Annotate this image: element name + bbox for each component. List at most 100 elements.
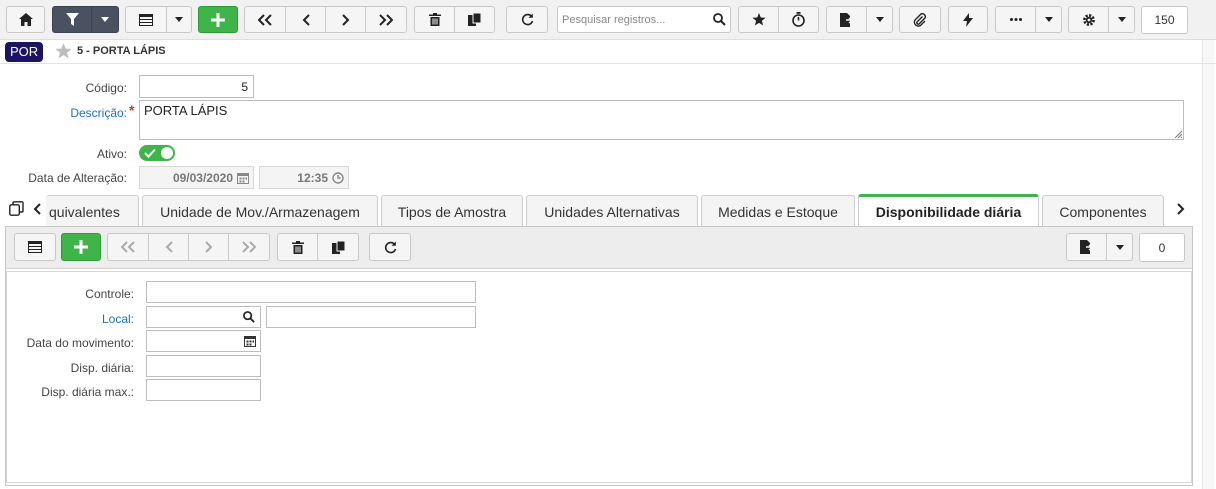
detail-next-button[interactable] [188, 233, 229, 261]
copy-icon [468, 13, 481, 26]
data-alteracao-date-field: 09/03/2020 [139, 166, 254, 189]
search-icon[interactable] [243, 311, 255, 323]
disp-diaria-label: Disp. diária: [70, 361, 134, 375]
actions-button[interactable] [948, 6, 988, 33]
detail-last-button[interactable] [228, 233, 270, 261]
attachment-button[interactable] [899, 6, 941, 33]
detail-copy-button[interactable] [317, 233, 359, 261]
tab-medidas-e-estoque[interactable]: Medidas e Estoque [701, 195, 855, 227]
tab-componentes[interactable]: Componentes [1042, 195, 1164, 227]
record-count: 150 [1141, 6, 1188, 34]
toggle-knob [161, 147, 173, 159]
favorite-button[interactable] [738, 6, 779, 33]
record-title: 5 - PORTA LÁPIS [77, 45, 166, 57]
local-code-field[interactable] [146, 306, 261, 328]
detail-record-count: 0 [1139, 233, 1185, 262]
descricao-field[interactable]: PORTA LÁPIS [139, 100, 1184, 140]
file-export-icon [840, 12, 853, 27]
detail-first-button[interactable] [107, 233, 149, 261]
data-movimento-label: Data do movimento: [26, 336, 134, 350]
gear-icon [1082, 13, 1095, 26]
first-record-button[interactable] [244, 6, 286, 33]
tab-unidade-mov-armazenagem[interactable]: Unidade de Mov./Armazenagem [142, 195, 378, 227]
tab-equivalentes[interactable]: quivalentes [46, 195, 139, 227]
tabs-scroll-left-icon[interactable] [33, 203, 41, 215]
disp-diaria-field[interactable] [146, 355, 261, 377]
data-alteracao-time-field: 12:35 [259, 166, 349, 189]
plus-icon [74, 240, 88, 254]
search-icon[interactable] [713, 13, 726, 26]
data-alteracao-time-value: 12:35 [297, 171, 328, 185]
detail-previous-button[interactable] [148, 233, 189, 261]
tab-unidades-alternativas[interactable]: Unidades Alternativas [526, 195, 698, 227]
trash-icon [291, 240, 304, 254]
detail-refresh-button[interactable] [369, 233, 411, 261]
ativo-label: Ativo: [96, 147, 127, 161]
copy-button[interactable] [454, 6, 495, 33]
home-button[interactable] [6, 6, 45, 33]
refresh-icon [384, 241, 396, 253]
double-chevron-left-icon [258, 13, 272, 26]
paperclip-icon [913, 12, 926, 27]
favorite-star-icon[interactable] [55, 43, 72, 59]
list-view-dropdown-button[interactable] [166, 6, 192, 33]
search-box[interactable] [557, 6, 731, 33]
tabs-scroll-right-icon[interactable] [1177, 203, 1185, 215]
detail-delete-button[interactable] [277, 233, 318, 261]
local-description-field[interactable] [266, 306, 476, 328]
resize-handle-icon[interactable] [1174, 130, 1182, 138]
caret-down-icon [1115, 244, 1124, 250]
double-chevron-left-icon [121, 241, 135, 253]
data-alteracao-label: Data de Alteração: [28, 171, 127, 185]
timer-button[interactable] [778, 6, 819, 33]
next-record-button[interactable] [325, 6, 366, 33]
settings-button[interactable] [1068, 6, 1109, 33]
detail-export-dropdown-button[interactable] [1106, 233, 1133, 261]
check-icon [144, 148, 156, 158]
list-view-button[interactable] [125, 6, 167, 33]
page-scrollbar[interactable] [1202, 40, 1214, 489]
previous-record-button[interactable] [285, 6, 326, 33]
descricao-label: Descrição: [70, 106, 127, 120]
detail-list-view-button[interactable] [14, 233, 56, 261]
controle-label: Controle: [85, 287, 134, 301]
detail-add-button[interactable] [61, 233, 101, 261]
filter-button[interactable] [52, 6, 92, 33]
more-options-dropdown-button[interactable] [1035, 6, 1062, 33]
refresh-button[interactable] [506, 6, 548, 33]
filter-dropdown-button[interactable] [91, 6, 119, 33]
calendar-icon [237, 173, 249, 184]
ativo-toggle[interactable] [139, 145, 175, 161]
caret-down-icon [1117, 17, 1126, 22]
add-record-button[interactable] [198, 6, 238, 33]
double-chevron-right-icon [242, 241, 256, 253]
filter-icon [65, 13, 79, 26]
tab-tipos-de-amostra[interactable]: Tipos de Amostra [381, 195, 523, 227]
copy-icon [331, 240, 345, 254]
codigo-field[interactable]: 5 [139, 75, 254, 98]
disp-diaria-max-label: Disp. diária max.: [41, 385, 134, 399]
trash-icon [428, 13, 441, 26]
settings-dropdown-button[interactable] [1108, 6, 1135, 33]
codigo-label: Código: [85, 81, 127, 95]
export-dropdown-button[interactable] [866, 6, 893, 33]
data-movimento-field[interactable] [146, 330, 261, 352]
stopwatch-icon [792, 12, 805, 27]
clone-icon[interactable] [9, 201, 24, 216]
export-button[interactable] [826, 6, 867, 33]
disp-diaria-max-field[interactable] [146, 379, 261, 401]
record-title-bar [0, 40, 1216, 64]
search-input[interactable] [558, 7, 708, 32]
controle-field[interactable] [146, 281, 476, 303]
calendar-icon[interactable] [244, 335, 256, 347]
ellipsis-icon [1009, 18, 1022, 21]
list-icon [139, 13, 153, 26]
lightning-icon [963, 12, 973, 27]
detail-export-button[interactable] [1066, 233, 1107, 261]
double-chevron-right-icon [379, 13, 393, 26]
tab-disponibilidade-diaria[interactable]: Disponibilidade diária [858, 194, 1039, 227]
more-options-button[interactable] [995, 6, 1036, 33]
last-record-button[interactable] [365, 6, 407, 33]
required-marker: * [129, 102, 135, 118]
delete-button[interactable] [414, 6, 455, 33]
